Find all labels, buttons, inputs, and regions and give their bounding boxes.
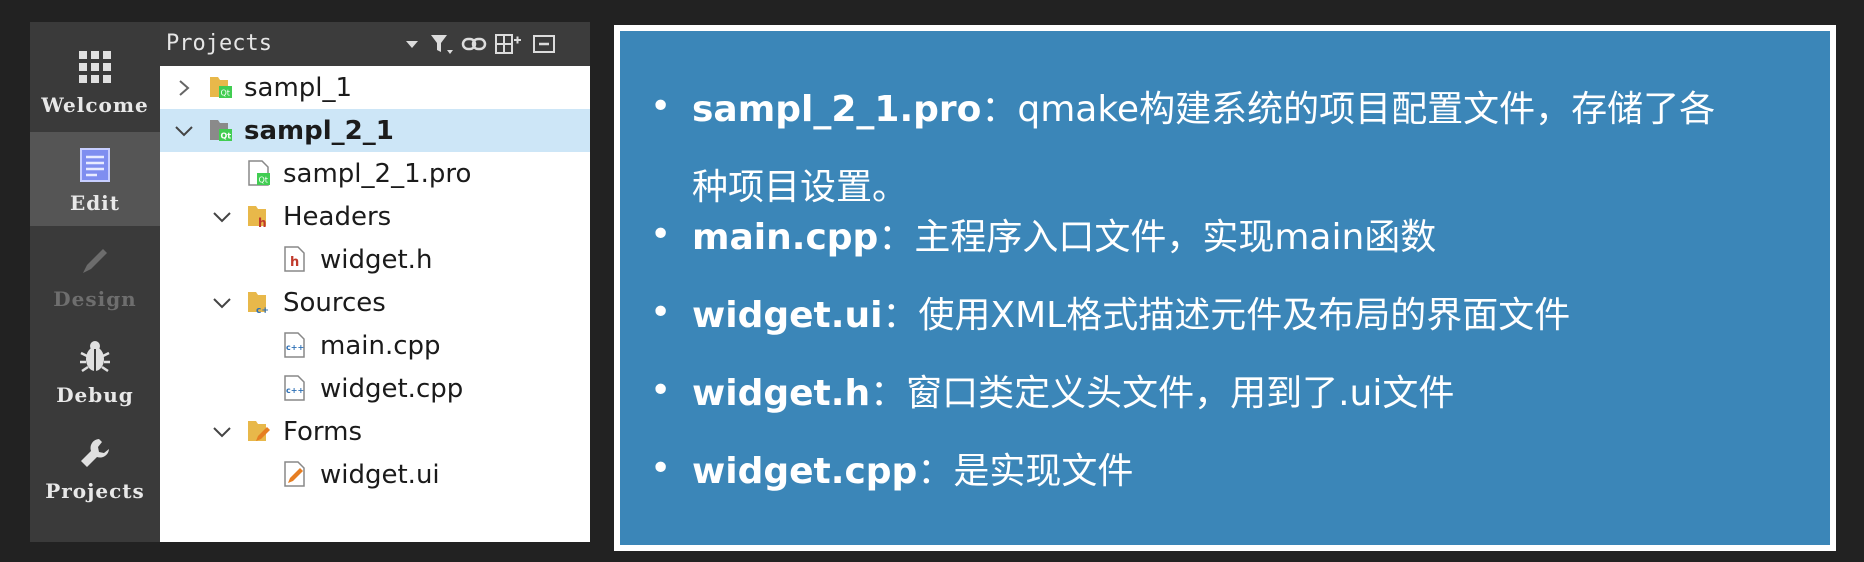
svg-text:Qt: Qt bbox=[221, 89, 230, 98]
qt-project-folder-icon: Qt bbox=[210, 120, 232, 141]
bullet-text: widget.h：窗口类定义头文件，用到了.ui文件 bbox=[692, 364, 1454, 416]
svg-text:Qt: Qt bbox=[221, 132, 232, 141]
bullet-description: 窗口类定义头文件，用到了.ui文件 bbox=[906, 373, 1455, 414]
chevron-down-icon[interactable] bbox=[212, 293, 232, 313]
qt-project-folder-icon: Qt bbox=[210, 77, 232, 98]
projects-panel-header: Projects bbox=[160, 22, 590, 66]
tree-item-sampl_2_1[interactable]: Qt sampl_2_1 bbox=[160, 109, 590, 152]
svg-text:h: h bbox=[290, 255, 299, 270]
svg-text:h: h bbox=[258, 216, 267, 230]
tree-item-label: Headers bbox=[283, 201, 392, 232]
bullet-text: widget.cpp：是实现文件 bbox=[692, 442, 1133, 494]
sources-folder-icon: c+ bbox=[248, 292, 269, 316]
bullet-term: main.cpp bbox=[692, 217, 879, 258]
projects-panel: Projects Qt sampl_1 Qt sampl_2_1 Qt samp… bbox=[160, 22, 590, 542]
split-icon[interactable] bbox=[494, 30, 522, 58]
tree-item-label: widget.h bbox=[320, 244, 433, 275]
bullet-dot: • bbox=[650, 448, 672, 489]
chevron-down-icon[interactable] bbox=[174, 121, 194, 141]
bullet-separator: ： bbox=[981, 89, 1018, 130]
tree-item-widget-h[interactable]: h widget.h bbox=[160, 238, 590, 281]
bullet-separator: ： bbox=[917, 451, 954, 492]
bullet-dot: • bbox=[650, 370, 672, 411]
svg-text:c+: c+ bbox=[256, 306, 269, 316]
bullet-term: widget.ui bbox=[692, 295, 883, 336]
bullet-description: qmake构建系统的项目配置文件，存储了各 bbox=[1017, 89, 1716, 130]
tree-item-label: sampl_2_1.pro bbox=[283, 158, 472, 189]
dropdown-icon[interactable] bbox=[398, 30, 426, 58]
tree-item-sources[interactable]: c+ Sources bbox=[160, 281, 590, 324]
panel-title: Projects bbox=[166, 31, 272, 56]
close-panel-icon[interactable] bbox=[530, 30, 558, 58]
tree-item-widget-cpp[interactable]: c++ widget.cpp bbox=[160, 367, 590, 410]
link-icon[interactable] bbox=[460, 30, 488, 58]
bullet-description: 主程序入口文件，实现main函数 bbox=[914, 217, 1437, 258]
pencil-icon bbox=[73, 239, 117, 283]
tree-item-label: sampl_2_1 bbox=[244, 115, 394, 146]
tree-item-forms[interactable]: Forms bbox=[160, 410, 590, 453]
headers-folder-icon: h bbox=[248, 206, 267, 230]
tree-item-label: main.cpp bbox=[320, 330, 441, 361]
grid-icon bbox=[73, 45, 117, 89]
wrench-icon bbox=[73, 431, 117, 475]
mode-label: Design bbox=[53, 287, 137, 311]
chevron-down-icon[interactable] bbox=[212, 207, 232, 227]
mode-projects[interactable]: Projects bbox=[30, 420, 160, 514]
bullet-description: 使用XML格式描述元件及布局的界面文件 bbox=[918, 295, 1571, 336]
slide-panel: • sampl_2_1.pro：qmake构建系统的项目配置文件，存储了各 种项… bbox=[614, 25, 1836, 551]
mode-debug[interactable]: Debug bbox=[30, 324, 160, 418]
bullet-dot: • bbox=[650, 86, 672, 127]
mode-design[interactable]: Design bbox=[30, 228, 160, 322]
bullet-text: widget.ui：使用XML格式描述元件及布局的界面文件 bbox=[692, 286, 1570, 338]
tree-item-label: widget.ui bbox=[320, 459, 440, 490]
chevron-down-icon[interactable] bbox=[212, 422, 232, 442]
project-tree: Qt sampl_1 Qt sampl_2_1 Qt sampl_2_1.pro bbox=[160, 66, 590, 496]
bullet-description: 是实现文件 bbox=[953, 451, 1134, 492]
filter-icon[interactable] bbox=[428, 30, 456, 58]
ui-file-icon bbox=[284, 461, 305, 487]
tree-item-pro-file[interactable]: Qt sampl_2_1.pro bbox=[160, 152, 590, 195]
bug-icon bbox=[73, 335, 117, 379]
bullet-text: sampl_2_1.pro：qmake构建系统的项目配置文件，存储了各 bbox=[692, 80, 1715, 132]
tree-item-label: widget.cpp bbox=[320, 373, 464, 404]
mode-label: Welcome bbox=[41, 93, 149, 117]
edit-document-icon bbox=[73, 143, 117, 187]
mode-welcome[interactable]: Welcome bbox=[30, 34, 160, 128]
tree-item-main-cpp[interactable]: c++ main.cpp bbox=[160, 324, 590, 367]
mode-edit[interactable]: Edit bbox=[30, 132, 160, 226]
cpp-file-icon: c++ bbox=[284, 332, 305, 358]
bullet-term: widget.h bbox=[692, 373, 871, 414]
tree-item-label: Sources bbox=[283, 287, 386, 318]
bullet-separator: ： bbox=[870, 373, 907, 414]
cpp-file-icon: c++ bbox=[284, 375, 305, 401]
tree-item-sampl_1[interactable]: Qt sampl_1 bbox=[160, 66, 590, 109]
bullet-separator: ： bbox=[878, 217, 915, 258]
pro-file-icon: Qt bbox=[248, 160, 270, 186]
forms-folder-icon bbox=[248, 421, 270, 441]
chevron-right-icon[interactable] bbox=[174, 78, 194, 98]
bullet-description: 种项目设置。 bbox=[692, 167, 909, 208]
bullet-dot: • bbox=[650, 214, 672, 255]
tree-item-widget-ui[interactable]: widget.ui bbox=[160, 453, 590, 496]
header-file-icon: h bbox=[284, 246, 305, 272]
mode-label: Edit bbox=[69, 191, 121, 215]
tree-item-label: sampl_1 bbox=[244, 72, 353, 103]
tree-item-label: Forms bbox=[283, 416, 363, 447]
mode-label: Projects bbox=[45, 479, 145, 503]
svg-text:c++: c++ bbox=[286, 343, 304, 352]
bullet-term: widget.cpp bbox=[692, 451, 918, 492]
tree-item-headers[interactable]: h Headers bbox=[160, 195, 590, 238]
bullet-separator: ： bbox=[882, 295, 919, 336]
mode-bar: Welcome Edit Design Debug Projects bbox=[30, 22, 160, 542]
bullet-text-continuation: 种项目设置。 bbox=[692, 158, 908, 210]
mode-label: Debug bbox=[56, 383, 134, 407]
bullet-text: main.cpp：主程序入口文件，实现main函数 bbox=[692, 208, 1436, 260]
bullet-dot: • bbox=[650, 292, 672, 333]
svg-text:Qt: Qt bbox=[259, 176, 268, 185]
svg-text:c++: c++ bbox=[286, 386, 304, 395]
bullet-term: sampl_2_1.pro bbox=[692, 89, 982, 130]
